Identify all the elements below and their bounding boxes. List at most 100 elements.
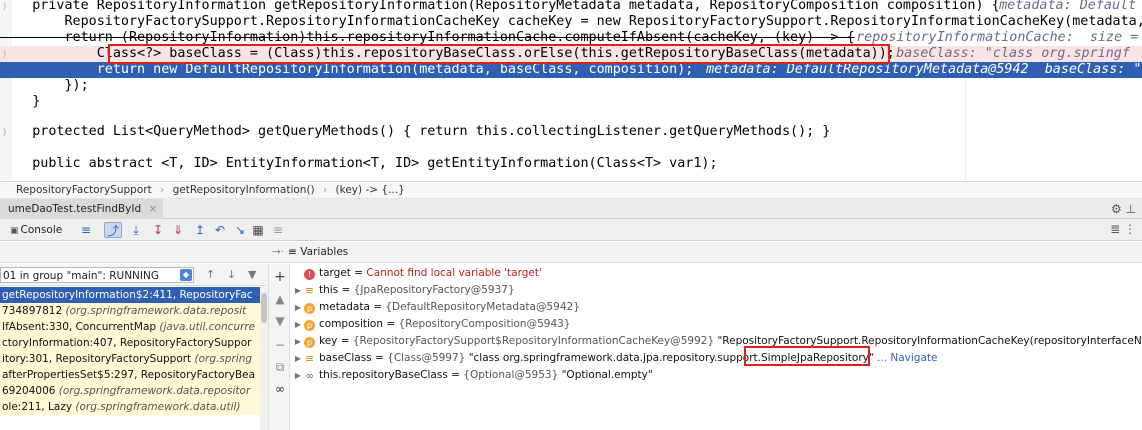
variable-row-key[interactable]: ▶ p key = {RepositoryFactorySupport$Reposi… bbox=[292, 333, 1142, 349]
chevron-down-icon[interactable]: ◆ bbox=[180, 269, 192, 281]
code-line-1[interactable]: private RepositoryInformation getReposit… bbox=[0, 0, 1142, 14]
tab-label: umeDaoTest.testFindById bbox=[8, 203, 142, 215]
error-icon: ! bbox=[304, 269, 315, 280]
variable-name: this bbox=[319, 284, 339, 296]
pin-icon[interactable]: →· bbox=[272, 246, 284, 258]
expand-arrow-icon[interactable]: ▶ bbox=[292, 351, 304, 367]
copy-icon[interactable]: ⧉ bbox=[273, 360, 287, 374]
variable-name: composition bbox=[319, 318, 384, 330]
arrow-up-icon[interactable]: ▲ bbox=[273, 292, 287, 306]
frame-item[interactable]: getRepositoryInformation$2:411, Reposito… bbox=[0, 287, 260, 303]
frame-item[interactable]: itory:301, RepositoryFactorySupport (org… bbox=[0, 351, 260, 367]
console-tab[interactable]: ▣Console → bbox=[10, 222, 74, 253]
step-out-icon[interactable]: ↥ bbox=[192, 222, 208, 238]
step-over-icon[interactable]: ⤓ bbox=[128, 222, 144, 238]
frames-scrollbar-thumb[interactable] bbox=[261, 293, 267, 323]
frame-item[interactable]: IfAbsent:330, ConcurrentMap (java.util.c… bbox=[0, 319, 260, 335]
variable-name: baseClass bbox=[319, 352, 372, 364]
variable-type: {JpaRepositoryFactory@5937} bbox=[353, 284, 515, 296]
variable-eq: = bbox=[337, 335, 353, 347]
remove-watch-icon[interactable]: − bbox=[273, 338, 287, 352]
code-text: RepositoryFactorySupport.RepositoryInfor… bbox=[0, 14, 1142, 29]
variable-row-metadata[interactable]: ▶ p metadata = {DefaultRepositoryMetadata@… bbox=[292, 299, 580, 315]
fold-marker-icon[interactable]: ) bbox=[2, 50, 7, 60]
inline-debug-value: baseClass: "class org.springf bbox=[880, 46, 1130, 61]
arrow-down-icon[interactable]: ▼ bbox=[273, 314, 287, 328]
code-line-8[interactable]: protected List<QueryMethod> getQueryMeth… bbox=[0, 124, 1142, 140]
frame-item[interactable]: afterPropertiesSet$5:297, RepositoryFact… bbox=[0, 367, 260, 383]
breadcrumb-item-method[interactable]: getRepositoryInformation() bbox=[173, 184, 315, 196]
tab-debug-session[interactable]: umeDaoTest.testFindById × bbox=[0, 199, 164, 219]
expand-arrow-icon[interactable]: ▶ bbox=[292, 317, 304, 333]
navigate-link[interactable]: ... Navigate bbox=[874, 352, 937, 364]
expand-arrow-icon[interactable]: ▶ bbox=[292, 368, 304, 384]
debug-tab-bar: umeDaoTest.testFindById × ⚙ ⊥ bbox=[0, 199, 1142, 219]
variable-type: {RepositoryFactorySupport$RepositoryInfo… bbox=[352, 335, 715, 347]
frame-item[interactable]: ole:211, Lazy (org.springframework.data.… bbox=[0, 399, 260, 415]
code-line-9[interactable]: public abstract <T, ID> EntityInformatio… bbox=[0, 156, 1142, 172]
code-text: private RepositoryInformation getReposit… bbox=[0, 0, 1000, 13]
hamburger-icon[interactable]: ≡ bbox=[288, 246, 297, 258]
drop-frame-icon[interactable]: ↶ bbox=[212, 222, 228, 238]
breadcrumb-separator-icon: › bbox=[160, 184, 165, 196]
thread-selector[interactable]: 01 in group "main": RUNNING ◆ bbox=[0, 267, 194, 283]
console-icon: ▣ bbox=[10, 226, 19, 236]
variable-row-repository-base-class[interactable]: ▶ ∞ this.repositoryBaseClass = {Optional@5… bbox=[292, 367, 653, 383]
watch-glasses-icon: ∞ bbox=[305, 371, 314, 382]
debug-toolbar: ▣Console → ≡ ⤴ ⤓ ↧ ⇓ ↥ ↶ ↘ ▦ ≡ ≣ ⋮ bbox=[0, 219, 1142, 253]
variable-row-target[interactable]: ! target = Cannot find local variable 'ta… bbox=[292, 265, 542, 281]
menu-icon[interactable]: ≡ bbox=[78, 222, 94, 238]
thread-selected-value: 01 in group "main": RUNNING bbox=[3, 270, 159, 282]
settings-gear-icon[interactable]: ⚙ ⊥ bbox=[1111, 199, 1136, 219]
glasses-icon[interactable]: ∞ bbox=[273, 382, 287, 396]
fold-marker-icon[interactable]: ) bbox=[2, 2, 7, 12]
breadcrumb-item-lambda[interactable]: (key) -> {...} bbox=[336, 184, 405, 196]
add-watch-icon[interactable]: + bbox=[273, 270, 287, 284]
variable-row-baseclass[interactable]: ▶ ≡ baseClass = {Class@5997} "class org.sp… bbox=[292, 350, 938, 366]
force-step-into-icon[interactable]: ⇓ bbox=[170, 222, 186, 238]
code-line-2[interactable]: RepositoryFactorySupport.RepositoryInfor… bbox=[0, 14, 1142, 30]
frame-text: 69204006 bbox=[2, 385, 59, 397]
frames-list[interactable]: getRepositoryInformation$2:411, Reposito… bbox=[0, 287, 260, 430]
parameter-icon: p bbox=[304, 320, 315, 331]
code-line-4[interactable]: Class<?> baseClass = (Class)this.reposit… bbox=[0, 46, 1142, 62]
frame-item[interactable]: 734897812 (org.springframework.data.repo… bbox=[0, 303, 260, 319]
object-list-icon: ≡ bbox=[304, 352, 315, 365]
code-line-5-current-execution[interactable]: return new DefaultRepositoryInformation(… bbox=[0, 62, 1142, 78]
code-editor[interactable]: private RepositoryInformation getReposit… bbox=[0, 0, 1142, 180]
arrow-up-icon[interactable]: ↑ bbox=[206, 268, 215, 281]
thread-bar: 01 in group "main": RUNNING ◆ ↑ ↓ ▼ bbox=[0, 264, 268, 286]
expand-arrow-icon[interactable]: ▶ bbox=[292, 283, 304, 299]
code-line-7[interactable]: } bbox=[0, 94, 1142, 110]
code-line-6[interactable]: }); bbox=[0, 78, 1142, 94]
variable-row-composition[interactable]: ▶ p composition = {RepositoryComposition@5… bbox=[292, 316, 571, 332]
filter-icon[interactable]: ▼ bbox=[248, 268, 256, 281]
trace-icon[interactable]: ≡ bbox=[270, 222, 286, 238]
console-label: Console bbox=[20, 224, 63, 236]
fold-marker-icon[interactable]: ) bbox=[2, 128, 7, 138]
layout-options-icon[interactable]: ≣ ⋮ bbox=[1110, 222, 1136, 236]
parameter-icon: p bbox=[304, 337, 315, 348]
frame-text: 734897812 bbox=[2, 305, 66, 317]
frames-scrollbar[interactable] bbox=[260, 287, 268, 430]
step-into-icon[interactable]: ↧ bbox=[150, 222, 166, 238]
code-text: protected List<QueryMethod> getQueryMeth… bbox=[0, 124, 831, 139]
close-icon[interactable]: × bbox=[149, 203, 158, 215]
show-execution-point-icon[interactable]: ⤴ bbox=[104, 222, 122, 238]
code-text: public abstract <T, ID> EntityInformatio… bbox=[0, 156, 718, 171]
expand-arrow-icon[interactable]: ▶ bbox=[292, 300, 304, 316]
inline-debug-value: metadata: Default bbox=[983, 0, 1137, 13]
variables-tree[interactable]: ! target = Cannot find local variable 'ta… bbox=[292, 264, 1142, 430]
arrow-down-icon[interactable]: ↓ bbox=[227, 268, 236, 281]
frame-item[interactable]: ctoryInformation:407, RepositoryFactoryS… bbox=[0, 335, 260, 351]
run-to-cursor-icon[interactable]: ↘ bbox=[232, 222, 248, 238]
expand-arrow-icon[interactable]: ▶ bbox=[292, 334, 304, 350]
frame-item[interactable]: 69204006 (org.springframework.data.repos… bbox=[0, 383, 260, 399]
frame-text: afterPropertiesSet$5:297, RepositoryFact… bbox=[2, 369, 256, 381]
breadcrumb-item-class[interactable]: RepositoryFactorySupport bbox=[16, 184, 152, 196]
evaluate-expression-icon[interactable]: ▦ bbox=[250, 222, 266, 238]
variable-name: metadata bbox=[319, 301, 370, 313]
code-line-3[interactable]: return (RepositoryInformation)this.repos… bbox=[0, 30, 1142, 46]
variable-type: {Class@5997} bbox=[387, 352, 466, 364]
variable-row-this[interactable]: ▶ ≡ this = {JpaRepositoryFactory@5937} bbox=[292, 282, 515, 298]
